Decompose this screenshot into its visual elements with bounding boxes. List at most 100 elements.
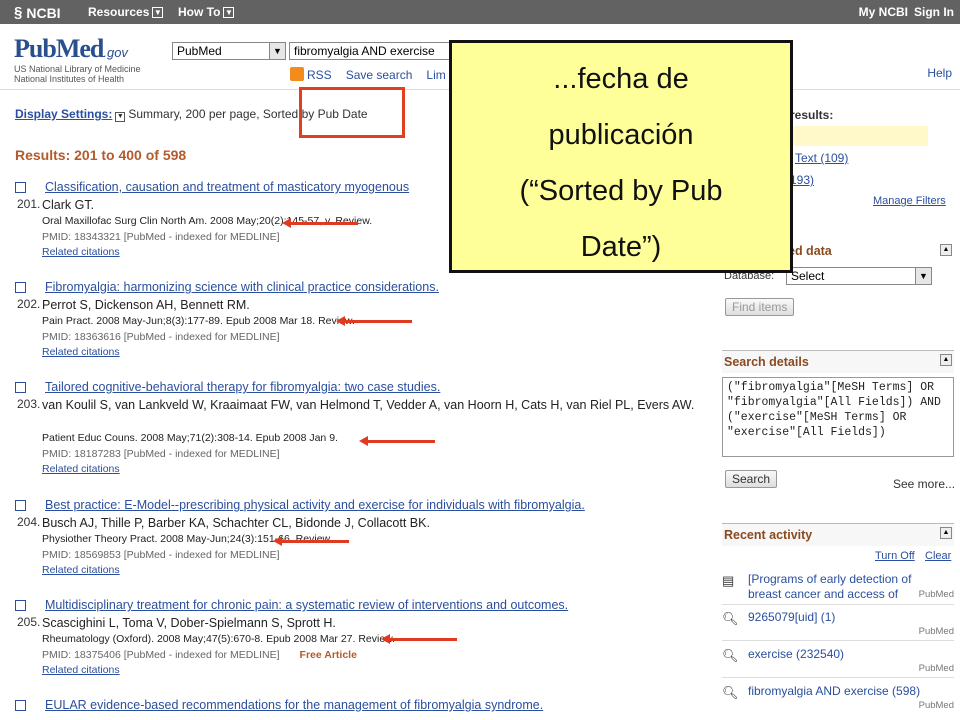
red-arrow	[282, 218, 358, 228]
result-title-link[interactable]: Best practice: E-Model--prescribing phys…	[45, 498, 585, 512]
document-icon: ▤	[722, 573, 735, 588]
result-number: 204.	[17, 515, 41, 529]
result-journal: Oral Maxillofac Surg Clin North Am. 2008…	[42, 215, 373, 227]
callout-line: (“Sorted by Pub	[519, 175, 723, 207]
ncbi-top-bar: § NCBI Resources ▼ How To ▼ My NCBI Sign…	[0, 0, 960, 24]
activity-text: 9265079[uid] (1)	[748, 610, 836, 624]
chevron-down-icon: ▼	[152, 6, 164, 18]
red-arrow	[381, 634, 457, 644]
filter-review-link[interactable]: 193)	[790, 173, 814, 187]
account-links: My NCBI Sign In	[859, 5, 954, 19]
result-authors: Perrot S, Dickenson AH, Bennett RM.	[42, 298, 250, 312]
see-more-link[interactable]: See more...	[893, 477, 955, 491]
find-items-button[interactable]: Find items	[725, 298, 795, 316]
result-journal: Patient Educ Couns. 2008 May;71(2):308-1…	[42, 432, 338, 444]
search-details-textarea[interactable]: ("fibromyalgia"[MeSH Terms] OR "fibromya…	[722, 377, 954, 457]
red-arrow	[336, 316, 412, 326]
result-title-link[interactable]: EULAR evidence-based recommendations for…	[45, 698, 543, 712]
result-pmid: PMID: 18375406 [PubMed - indexed for MED…	[42, 649, 357, 661]
chevron-down-icon: ▼	[223, 6, 235, 18]
search-details-button[interactable]: Search	[725, 470, 778, 488]
related-citations-link[interactable]: Related citations	[42, 463, 120, 475]
logo-med: Med	[55, 34, 105, 63]
ncbi-brand-label: NCBI	[26, 4, 61, 21]
result-authors: Scascighini L, Toma V, Dober-Spielmann S…	[42, 616, 336, 630]
rss-icon	[290, 67, 304, 81]
red-arrow	[359, 436, 435, 446]
collapse-icon[interactable]: ▲	[940, 244, 952, 256]
result-pmid: PMID: 18363616 [PubMed - indexed for MED…	[42, 331, 280, 343]
result-pmid: PMID: 18569853 [PubMed - indexed for MED…	[42, 549, 280, 561]
activity-text: exercise (232540)	[748, 647, 845, 661]
result-pmid: PMID: 18343321 [PubMed - indexed for MED…	[42, 231, 280, 243]
result-journal: Physiother Theory Pract. 2008 May-Jun;24…	[42, 533, 333, 545]
search-icon: 🔍︎	[722, 685, 739, 700]
turn-off-link[interactable]: Turn Off	[875, 550, 915, 562]
ncbi-brand[interactable]: § NCBI	[14, 4, 61, 21]
chevron-down-icon: ▼	[915, 268, 931, 284]
free-article-label: Free Article	[299, 649, 357, 661]
limits-link[interactable]: Lim	[426, 68, 445, 82]
result-checkbox[interactable]	[15, 600, 26, 611]
filter-results-title: results:	[790, 108, 834, 122]
result-pmid-text: PMID: 18375406 [PubMed - indexed for MED…	[42, 649, 280, 661]
logo-subtitle-nih: National Institutes of Health	[14, 74, 125, 84]
signin-link[interactable]: Sign In	[914, 5, 954, 19]
logo-pub: Pub	[14, 34, 57, 63]
manage-filters-link[interactable]: Manage Filters	[873, 195, 946, 207]
related-citations-link[interactable]: Related citations	[42, 346, 120, 358]
activity-source: PubMed	[918, 663, 954, 674]
callout-line: ...fecha de	[553, 63, 689, 95]
filter-free-text-link[interactable]: Text (109)	[795, 151, 848, 165]
red-arrow	[273, 536, 349, 546]
result-title-link[interactable]: Tailored cognitive-behavioral therapy fo…	[45, 380, 440, 394]
divider	[722, 604, 954, 605]
help-link[interactable]: Help	[927, 66, 952, 80]
divider	[722, 677, 954, 678]
result-journal: Pain Pract. 2008 May-Jun;8(3):177-89. Ep…	[42, 315, 355, 327]
display-settings-link[interactable]: Display Settings:	[15, 107, 112, 121]
result-title-link[interactable]: Fibromyalgia: harmonizing science with c…	[45, 280, 439, 294]
result-title-link[interactable]: Classification, causation and treatment …	[45, 180, 409, 194]
activity-source: PubMed	[918, 626, 954, 637]
related-citations-link[interactable]: Related citations	[42, 246, 120, 258]
related-citations-link[interactable]: Related citations	[42, 664, 120, 676]
result-number: 201.	[17, 197, 41, 211]
myncbi-link[interactable]: My NCBI	[859, 5, 908, 19]
howto-menu[interactable]: How To ▼	[178, 5, 235, 19]
result-checkbox[interactable]	[15, 500, 26, 511]
related-database-value: Select	[791, 269, 825, 283]
result-checkbox[interactable]	[15, 700, 26, 711]
save-search-link[interactable]: Save search	[346, 68, 413, 82]
related-citations-link[interactable]: Related citations	[42, 564, 120, 576]
activity-source: PubMed	[918, 700, 954, 711]
clear-link[interactable]: Clear	[925, 550, 951, 562]
result-journal: Rheumatology (Oxford). 2008 May;47(5):67…	[42, 633, 396, 645]
database-select-value: PubMed	[177, 44, 222, 58]
results-count: Results: 201 to 400 of 598	[15, 147, 187, 163]
pubmed-logo[interactable]: PubMed.gov US National Library of Medici…	[14, 34, 141, 84]
result-checkbox[interactable]	[15, 182, 26, 193]
database-select[interactable]: PubMed ▼	[172, 42, 286, 60]
result-checkbox[interactable]	[15, 282, 26, 293]
recent-activity-section: Recent activity ▲	[722, 523, 954, 546]
result-title-link[interactable]: Multidisciplinary treatment for chronic …	[45, 598, 568, 612]
result-authors: van Koulil S, van Lankveld W, Kraaimaat …	[42, 398, 695, 412]
result-number: 205.	[17, 615, 41, 629]
rss-link[interactable]: RSS	[290, 67, 332, 82]
callout-line: publicación	[548, 119, 694, 151]
callout-note: ...fecha de publicación (“Sorted by Pub …	[449, 40, 793, 273]
header-links: RSS Save search Lim	[290, 67, 446, 82]
filter-highlight	[790, 126, 928, 146]
chevron-down-icon[interactable]: ▼	[115, 112, 126, 122]
howto-label: How To	[178, 5, 221, 19]
result-checkbox[interactable]	[15, 382, 26, 393]
search-details-section: Search details ▲	[722, 350, 954, 373]
collapse-icon[interactable]: ▲	[940, 354, 952, 366]
search-details-title: Search details	[722, 350, 954, 373]
recent-activity-title: Recent activity	[722, 523, 954, 546]
resources-menu[interactable]: Resources ▼	[88, 5, 164, 19]
related-database-select[interactable]: Select ▼	[786, 267, 932, 285]
chevron-down-icon: ▼	[269, 43, 285, 59]
collapse-icon[interactable]: ▲	[940, 527, 952, 539]
